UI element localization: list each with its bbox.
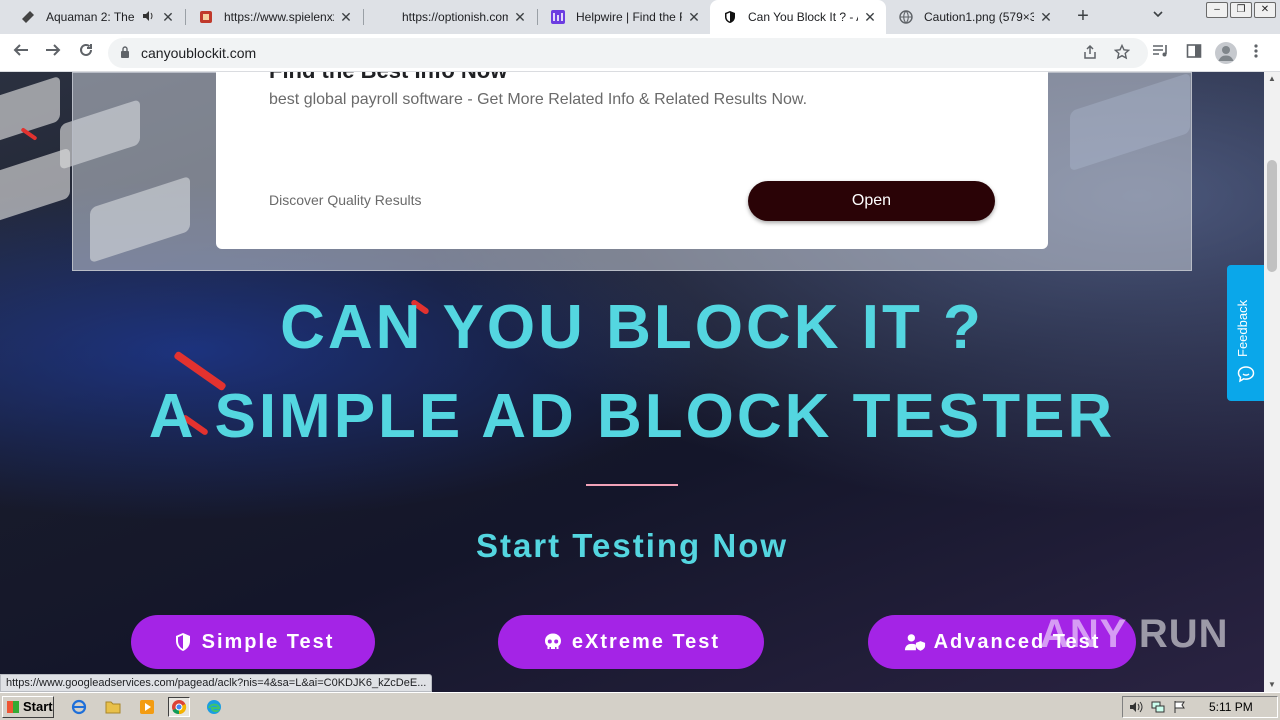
ad-card[interactable]: Find the Best Info Now best global payro… [216,72,1048,249]
feedback-label: Feedback [1235,299,1250,357]
reload-button[interactable] [74,41,98,65]
page-subtitle: A SIMPLE AD BLOCK TESTER [148,382,1116,451]
close-icon[interactable]: ✕ [160,9,176,25]
user-shield-icon [904,631,926,653]
status-bar-url: https://www.googleadservices.com/pagead/… [0,674,433,692]
side-panel-icon[interactable] [1186,43,1202,63]
chrome-icon[interactable] [168,697,190,717]
start-testing-heading: Start Testing Now [475,527,789,564]
minimize-button[interactable]: – [1206,2,1228,18]
shield-icon [722,9,738,25]
lock-icon [121,46,129,58]
browser-toolbar: canyoublockit.com [0,34,1280,72]
scrollbar-thumb[interactable] [1267,160,1277,272]
game-icon [198,9,214,25]
tab-title: Can You Block It ? - A Simple [748,10,858,24]
new-tab-button[interactable]: + [1072,6,1094,28]
page-scrollbar[interactable]: ▲ ▼ [1264,72,1280,692]
start-label: Start [23,699,53,714]
tab-helpwire[interactable]: Helpwire | Find the Right ✕ [538,0,710,34]
close-icon[interactable]: ✕ [1038,9,1054,25]
clock[interactable]: 5:11 PM [1209,700,1253,714]
tab-spielenxxl[interactable]: https://www.spielenxxl.de ✕ [186,0,362,34]
helpwire-icon [550,9,566,25]
tab-aquaman[interactable]: Aquaman 2: The Lost Kingdom ✕ [8,0,184,34]
address-bar[interactable]: canyoublockit.com [108,38,1148,68]
close-window-button[interactable]: ✕ [1254,2,1276,18]
chat-icon [1237,366,1255,383]
volume-icon[interactable] [1129,700,1143,717]
forward-button[interactable] [41,41,65,65]
movie-icon [20,9,36,25]
reload-icon [80,43,92,56]
ie-icon[interactable] [68,697,90,717]
folder-icon[interactable] [102,697,124,717]
close-icon[interactable]: ✕ [686,9,702,25]
tab-title: Helpwire | Find the Right [576,10,682,24]
arrow-left-icon [13,44,28,56]
globe-icon [898,9,914,25]
shield-icon [172,631,194,653]
close-icon[interactable]: ✕ [512,9,528,25]
ad-headline[interactable]: Find the Best Info Now [269,72,507,84]
url-text: canyoublockit.com [141,45,257,61]
tab-canyoublockit[interactable]: Can You Block It ? - A Simple ✕ [710,0,886,34]
extreme-test-button[interactable]: eXtreme Test [498,615,764,669]
scroll-down-arrow-icon[interactable]: ▼ [1264,678,1280,692]
person-icon [1218,46,1234,61]
maximize-button[interactable]: ❐ [1230,2,1252,18]
feedback-tab[interactable]: Feedback [1227,265,1264,401]
page-title: CAN YOU BLOCK IT ? [280,293,984,362]
media-player-icon[interactable] [136,697,158,717]
speaker-icon[interactable] [140,9,156,25]
tab-strip: Aquaman 2: The Lost Kingdom ✕ https://ww… [0,0,1280,34]
section-divider [586,484,678,486]
windows-taskbar: Start 5:11 PM [0,692,1280,720]
globe-icon [376,9,392,25]
tab-title: Aquaman 2: The Lost Kingdom [46,10,136,24]
anyrun-watermark: ANY RUN [1040,612,1229,656]
ad-description[interactable]: best global payroll software - Get More … [269,91,807,109]
extreme-test-label: eXtreme Test [571,630,721,653]
page-viewport: Find the Best Info Now best global payro… [0,72,1264,692]
close-icon[interactable]: ✕ [338,9,354,25]
ad-open-button[interactable]: Open [748,181,995,221]
share-icon[interactable] [1082,44,1098,64]
edge-icon[interactable] [203,697,225,717]
more-menu-icon[interactable] [1253,43,1259,63]
flag-icon[interactable] [1173,700,1187,717]
back-button[interactable] [9,41,33,65]
network-icon[interactable] [1151,700,1165,717]
simple-test-label: Simple Test [201,630,335,653]
bookmark-star-icon[interactable] [1113,43,1131,64]
tab-optionish[interactable]: https://optionish.com/a ✕ [364,0,536,34]
tab-title: Caution1.png (579×318) [924,10,1034,24]
chevron-down-icon[interactable] [1152,8,1164,23]
tab-title: https://optionish.com/a [402,10,508,24]
arrow-right-icon [46,44,61,56]
system-tray: 5:11 PM [1122,696,1278,718]
background-key [0,147,70,227]
windows-logo-icon [7,701,19,713]
window-controls: – ❐ ✕ [1206,0,1276,20]
close-icon[interactable]: ✕ [862,9,878,25]
tab-title: https://www.spielenxxl.de [224,10,334,24]
simple-test-button[interactable]: Simple Test [131,615,375,669]
tab-caution-image[interactable]: Caution1.png (579×318) ✕ [886,0,1062,34]
start-button[interactable]: Start [2,696,54,718]
skull-icon [542,631,564,653]
media-control-icon[interactable] [1152,43,1170,63]
ad-brand[interactable]: Discover Quality Results [269,192,422,208]
scroll-up-arrow-icon[interactable]: ▲ [1264,72,1280,86]
profile-avatar[interactable] [1215,42,1237,64]
